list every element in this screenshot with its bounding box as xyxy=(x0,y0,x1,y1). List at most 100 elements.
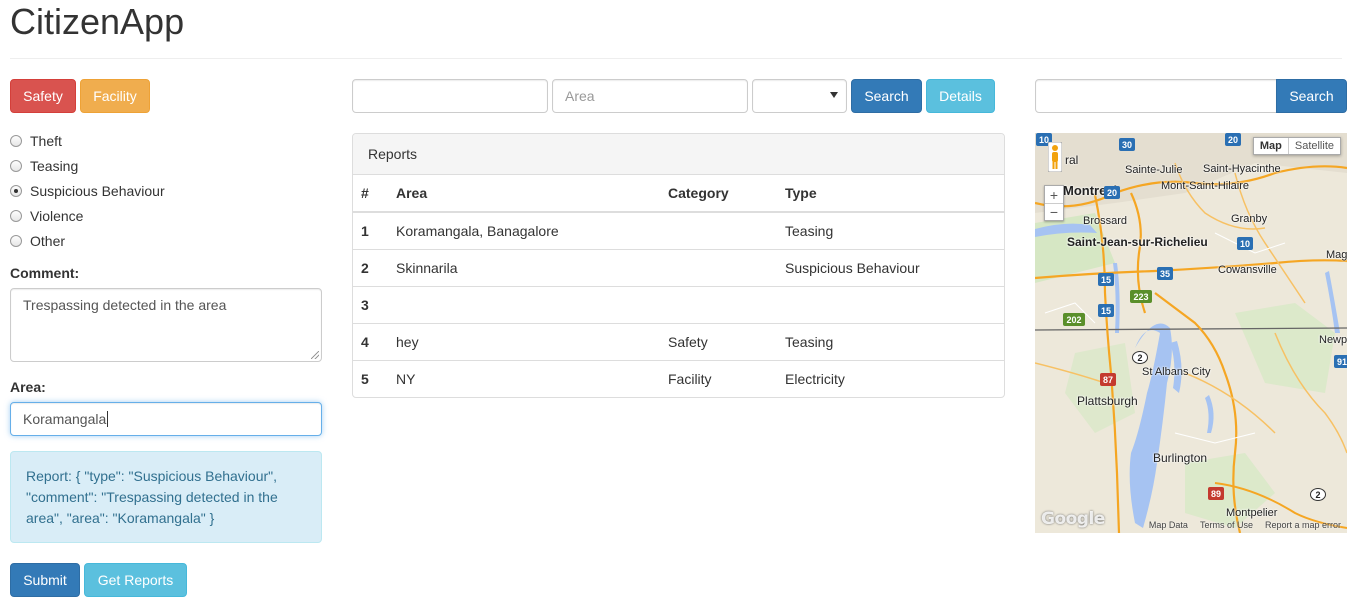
report-preview-text: Report: { "type": "Suspicious Behaviour"… xyxy=(26,468,278,526)
area-search-placeholder: Area xyxy=(565,88,595,104)
cell-area xyxy=(388,285,660,323)
route-shield-icon: 20 xyxy=(1104,186,1120,199)
radio-option-violence[interactable]: Violence xyxy=(10,203,330,228)
cell-area: Koramangala, Banagalore xyxy=(388,211,660,249)
table-row: 5 NY Facility Electricity xyxy=(353,359,1004,397)
map-type-satellite-button[interactable]: Satellite xyxy=(1287,138,1340,154)
column-header-area: Area xyxy=(388,175,660,213)
radio-label: Theft xyxy=(30,132,62,149)
map-label-sainte-julie: Sainte-Julie xyxy=(1125,164,1183,176)
cell-type xyxy=(777,285,1004,323)
reports-heading-text: Reports xyxy=(368,146,418,162)
radio-other[interactable] xyxy=(10,234,22,247)
submit-button[interactable]: Submit xyxy=(10,563,80,597)
route-shield-icon: 2 xyxy=(1310,488,1326,501)
text-cursor xyxy=(107,411,109,427)
pegman-icon[interactable] xyxy=(1048,142,1062,172)
report-preview-alert: Report: { "type": "Suspicious Behaviour"… xyxy=(10,451,322,543)
column-header-number: # xyxy=(353,175,388,213)
radio-label: Violence xyxy=(30,207,84,224)
radio-option-teasing[interactable]: Teasing xyxy=(10,153,330,178)
radio-label: Other xyxy=(30,232,66,249)
radio-option-other[interactable]: Other xyxy=(10,228,330,253)
details-button[interactable]: Details xyxy=(926,79,995,113)
radio-suspicious-behaviour[interactable] xyxy=(10,184,22,197)
map-label-mont-saint-hilaire: Mont-Saint-Hilaire xyxy=(1161,180,1250,192)
cell-area: hey xyxy=(388,322,660,360)
cell-type: Electricity xyxy=(777,359,1004,397)
table-row: 1 Koramangala, Banagalore Teasing xyxy=(353,211,1004,249)
map-label-plattsburgh: Plattsburgh xyxy=(1077,394,1138,408)
keyword-search-input[interactable] xyxy=(352,79,548,113)
cell-area: Skinnarila xyxy=(388,248,660,286)
category-select[interactable] xyxy=(752,79,847,113)
radio-option-theft[interactable]: Theft xyxy=(10,128,330,153)
get-reports-button[interactable]: Get Reports xyxy=(84,563,187,597)
cell-number: 1 xyxy=(353,211,388,249)
column-header-category: Category xyxy=(660,175,777,213)
map-search-input[interactable] xyxy=(1035,79,1277,113)
table-row: 2 Skinnarila Suspicious Behaviour xyxy=(353,248,1004,286)
map-type-map-button[interactable]: Map xyxy=(1254,138,1288,154)
map-label-cowansville: Cowansville xyxy=(1218,264,1277,276)
cell-number: 4 xyxy=(353,322,388,360)
map-label-saint-jean: Saint-Jean-sur-Richelieu xyxy=(1067,235,1208,249)
reports-table: # Area Category Type 1 Koramangala, Bana… xyxy=(353,175,1004,397)
table-header-row: # Area Category Type xyxy=(353,175,1004,213)
resize-grip-icon[interactable] xyxy=(311,351,319,359)
map-search-button[interactable]: Search xyxy=(1276,79,1347,113)
reports-panel-heading: Reports xyxy=(353,134,1004,175)
route-shield-icon: 89 xyxy=(1208,487,1224,500)
cell-number: 2 xyxy=(353,248,388,286)
map-label-mag: Mag xyxy=(1326,249,1347,261)
type-radio-group: Theft Teasing Suspicious Behaviour Viole… xyxy=(10,128,330,253)
cell-category xyxy=(660,211,777,249)
table-row: 4 hey Safety Teasing xyxy=(353,322,1004,360)
area-input[interactable]: Koramangala xyxy=(10,402,322,436)
safety-button[interactable]: Safety xyxy=(10,79,76,113)
cell-area: NY xyxy=(388,359,660,397)
zoom-in-button[interactable]: + xyxy=(1045,186,1063,203)
map-type-control: Map Satellite xyxy=(1252,137,1341,155)
terms-of-use-link[interactable]: Terms of Use xyxy=(1200,520,1253,530)
map-label-laval: ral xyxy=(1065,153,1079,167)
report-map-error-link[interactable]: Report a map error xyxy=(1265,520,1341,530)
route-shield-icon: 15 xyxy=(1098,304,1114,317)
table-row: 3 xyxy=(353,285,1004,323)
cell-category xyxy=(660,285,777,323)
dropdown-arrow-icon xyxy=(830,92,838,98)
route-shield-icon: 2 xyxy=(1132,351,1148,364)
radio-violence[interactable] xyxy=(10,209,22,222)
zoom-out-button[interactable]: − xyxy=(1045,203,1063,220)
route-shield-icon: 87 xyxy=(1100,373,1116,386)
cell-number: 5 xyxy=(353,359,388,397)
comment-textarea[interactable]: Trespassing detected in the area xyxy=(10,288,322,362)
radio-theft[interactable] xyxy=(10,134,22,147)
radio-option-suspicious-behaviour[interactable]: Suspicious Behaviour xyxy=(10,178,330,203)
map-data-link[interactable]: Map Data xyxy=(1149,520,1188,530)
route-shield-icon: 20 xyxy=(1225,133,1241,146)
route-shield-icon: 10 xyxy=(1237,237,1253,250)
radio-label: Suspicious Behaviour xyxy=(30,182,165,199)
header-divider xyxy=(10,58,1342,59)
map-footer: Map Data Terms of Use Report a map error xyxy=(1149,520,1341,530)
cell-type: Suspicious Behaviour xyxy=(777,248,1004,286)
search-button[interactable]: Search xyxy=(851,79,922,113)
zoom-control: + − xyxy=(1044,185,1064,221)
route-shield-icon: 91 xyxy=(1334,355,1347,368)
radio-teasing[interactable] xyxy=(10,159,22,172)
column-header-type: Type xyxy=(777,175,1004,213)
reports-panel: Reports # Area Category Type 1 Koramanga… xyxy=(352,133,1005,398)
cell-number: 3 xyxy=(353,285,388,323)
area-label: Area: xyxy=(10,379,46,395)
google-logo: Google xyxy=(1041,509,1105,529)
map-label-brossard: Brossard xyxy=(1083,215,1128,227)
area-search-input[interactable]: Area xyxy=(552,79,748,113)
facility-button[interactable]: Facility xyxy=(80,79,150,113)
route-shield-icon: 35 xyxy=(1157,267,1173,280)
cell-type: Teasing xyxy=(777,322,1004,360)
map-label-burlington: Burlington xyxy=(1153,451,1208,465)
cell-category: Safety xyxy=(660,322,777,360)
area-input-value: Koramangala xyxy=(23,411,107,427)
map-view[interactable]: Montreal ral Sainte-Julie Saint-Hyacinth… xyxy=(1035,133,1347,533)
